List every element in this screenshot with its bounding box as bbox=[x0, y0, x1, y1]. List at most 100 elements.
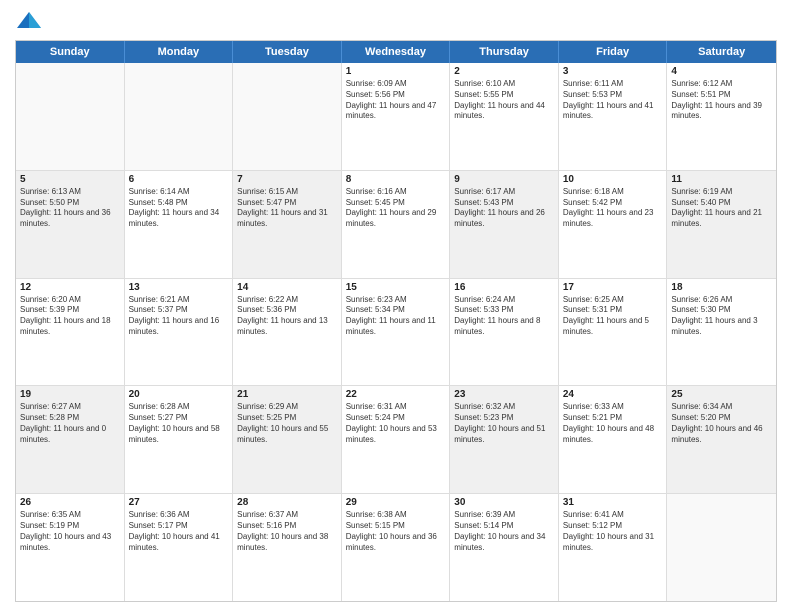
day-number: 6 bbox=[129, 174, 229, 185]
calendar-cell bbox=[667, 494, 776, 601]
cell-info: Sunrise: 6:32 AMSunset: 5:23 PMDaylight:… bbox=[454, 402, 554, 445]
cell-info: Sunrise: 6:16 AMSunset: 5:45 PMDaylight:… bbox=[346, 187, 446, 230]
cell-info: Sunrise: 6:36 AMSunset: 5:17 PMDaylight:… bbox=[129, 510, 229, 553]
calendar-row: 1 Sunrise: 6:09 AMSunset: 5:56 PMDaylight… bbox=[16, 63, 776, 171]
day-number: 26 bbox=[20, 497, 120, 508]
cell-info: Sunrise: 6:25 AMSunset: 5:31 PMDaylight:… bbox=[563, 295, 663, 338]
cell-info: Sunrise: 6:38 AMSunset: 5:15 PMDaylight:… bbox=[346, 510, 446, 553]
calendar-cell: 1 Sunrise: 6:09 AMSunset: 5:56 PMDaylight… bbox=[342, 63, 451, 170]
weekday-header: Sunday bbox=[16, 41, 125, 63]
calendar-row: 12Sunrise: 6:20 AMSunset: 5:39 PMDayligh… bbox=[16, 279, 776, 387]
day-number: 16 bbox=[454, 282, 554, 293]
calendar-cell: 29 Sunrise: 6:38 AMSunset: 5:15 PMDayligh… bbox=[342, 494, 451, 601]
calendar-row: 5Sunrise: 6:13 AMSunset: 5:50 PMDaylight… bbox=[16, 171, 776, 279]
calendar-cell: 27 Sunrise: 6:36 AMSunset: 5:17 PMDayligh… bbox=[125, 494, 234, 601]
day-number: 23 bbox=[454, 389, 554, 400]
cell-info: Sunrise: 6:33 AMSunset: 5:21 PMDaylight:… bbox=[563, 402, 663, 445]
day-number: 27 bbox=[129, 497, 229, 508]
page: SundayMondayTuesdayWednesdayThursdayFrid… bbox=[0, 0, 792, 612]
logo bbox=[15, 10, 47, 32]
calendar-cell: 17Sunrise: 6:25 AMSunset: 5:31 PMDayligh… bbox=[559, 279, 668, 386]
cell-info: Sunrise: 6:35 AMSunset: 5:19 PMDaylight:… bbox=[20, 510, 120, 553]
cell-info: Sunrise: 6:31 AMSunset: 5:24 PMDaylight:… bbox=[346, 402, 446, 445]
calendar-cell: 16 Sunrise: 6:24 AMSunset: 5:33 PMDayligh… bbox=[450, 279, 559, 386]
calendar-cell: 10Sunrise: 6:18 AMSunset: 5:42 PMDayligh… bbox=[559, 171, 668, 278]
day-number: 15 bbox=[346, 282, 446, 293]
calendar-cell: 19 Sunrise: 6:27 AMSunset: 5:28 PMDayligh… bbox=[16, 386, 125, 493]
calendar-row: 19 Sunrise: 6:27 AMSunset: 5:28 PMDayligh… bbox=[16, 386, 776, 494]
day-number: 31 bbox=[563, 497, 663, 508]
day-number: 3 bbox=[563, 66, 663, 77]
day-number: 9 bbox=[454, 174, 554, 185]
cell-info: Sunrise: 6:24 AMSunset: 5:33 PMDaylight:… bbox=[454, 295, 554, 338]
cell-info: Sunrise: 6:11 AMSunset: 5:53 PMDaylight:… bbox=[563, 79, 663, 122]
calendar-body: 1 Sunrise: 6:09 AMSunset: 5:56 PMDaylight… bbox=[16, 63, 776, 601]
calendar-cell: 24Sunrise: 6:33 AMSunset: 5:21 PMDayligh… bbox=[559, 386, 668, 493]
calendar-cell: 25 Sunrise: 6:34 AMSunset: 5:20 PMDayligh… bbox=[667, 386, 776, 493]
day-number: 11 bbox=[671, 174, 772, 185]
day-number: 29 bbox=[346, 497, 446, 508]
cell-info: Sunrise: 6:10 AMSunset: 5:55 PMDaylight:… bbox=[454, 79, 554, 122]
day-number: 25 bbox=[671, 389, 772, 400]
calendar-cell: 30Sunrise: 6:39 AMSunset: 5:14 PMDayligh… bbox=[450, 494, 559, 601]
day-number: 22 bbox=[346, 389, 446, 400]
cell-info: Sunrise: 6:41 AMSunset: 5:12 PMDaylight:… bbox=[563, 510, 663, 553]
day-number: 7 bbox=[237, 174, 337, 185]
calendar-cell: 3 Sunrise: 6:11 AMSunset: 5:53 PMDaylight… bbox=[559, 63, 668, 170]
day-number: 20 bbox=[129, 389, 229, 400]
calendar-cell: 2 Sunrise: 6:10 AMSunset: 5:55 PMDaylight… bbox=[450, 63, 559, 170]
calendar-cell: 15 Sunrise: 6:23 AMSunset: 5:34 PMDayligh… bbox=[342, 279, 451, 386]
calendar-cell: 4Sunrise: 6:12 AMSunset: 5:51 PMDaylight… bbox=[667, 63, 776, 170]
day-number: 18 bbox=[671, 282, 772, 293]
weekday-header: Monday bbox=[125, 41, 234, 63]
cell-info: Sunrise: 6:20 AMSunset: 5:39 PMDaylight:… bbox=[20, 295, 120, 338]
cell-info: Sunrise: 6:29 AMSunset: 5:25 PMDaylight:… bbox=[237, 402, 337, 445]
cell-info: Sunrise: 6:12 AMSunset: 5:51 PMDaylight:… bbox=[671, 79, 772, 122]
day-number: 14 bbox=[237, 282, 337, 293]
calendar-cell: 13 Sunrise: 6:21 AMSunset: 5:37 PMDayligh… bbox=[125, 279, 234, 386]
cell-info: Sunrise: 6:19 AMSunset: 5:40 PMDaylight:… bbox=[671, 187, 772, 230]
cell-info: Sunrise: 6:27 AMSunset: 5:28 PMDaylight:… bbox=[20, 402, 120, 445]
calendar-cell: 11 Sunrise: 6:19 AMSunset: 5:40 PMDayligh… bbox=[667, 171, 776, 278]
calendar-cell: 9Sunrise: 6:17 AMSunset: 5:43 PMDaylight… bbox=[450, 171, 559, 278]
calendar-cell: 5Sunrise: 6:13 AMSunset: 5:50 PMDaylight… bbox=[16, 171, 125, 278]
cell-info: Sunrise: 6:37 AMSunset: 5:16 PMDaylight:… bbox=[237, 510, 337, 553]
calendar-cell: 14 Sunrise: 6:22 AMSunset: 5:36 PMDayligh… bbox=[233, 279, 342, 386]
day-number: 21 bbox=[237, 389, 337, 400]
cell-info: Sunrise: 6:26 AMSunset: 5:30 PMDaylight:… bbox=[671, 295, 772, 338]
calendar-cell: 8 Sunrise: 6:16 AMSunset: 5:45 PMDaylight… bbox=[342, 171, 451, 278]
calendar-header: SundayMondayTuesdayWednesdayThursdayFrid… bbox=[16, 41, 776, 63]
calendar-cell: 6 Sunrise: 6:14 AMSunset: 5:48 PMDaylight… bbox=[125, 171, 234, 278]
calendar-cell: 22 Sunrise: 6:31 AMSunset: 5:24 PMDayligh… bbox=[342, 386, 451, 493]
calendar-cell: 12Sunrise: 6:20 AMSunset: 5:39 PMDayligh… bbox=[16, 279, 125, 386]
cell-info: Sunrise: 6:39 AMSunset: 5:14 PMDaylight:… bbox=[454, 510, 554, 553]
cell-info: Sunrise: 6:28 AMSunset: 5:27 PMDaylight:… bbox=[129, 402, 229, 445]
calendar-cell bbox=[16, 63, 125, 170]
day-number: 1 bbox=[346, 66, 446, 77]
calendar-cell: 26 Sunrise: 6:35 AMSunset: 5:19 PMDayligh… bbox=[16, 494, 125, 601]
cell-info: Sunrise: 6:23 AMSunset: 5:34 PMDaylight:… bbox=[346, 295, 446, 338]
calendar-cell: 18 Sunrise: 6:26 AMSunset: 5:30 PMDayligh… bbox=[667, 279, 776, 386]
header bbox=[15, 10, 777, 32]
cell-info: Sunrise: 6:22 AMSunset: 5:36 PMDaylight:… bbox=[237, 295, 337, 338]
day-number: 13 bbox=[129, 282, 229, 293]
cell-info: Sunrise: 6:21 AMSunset: 5:37 PMDaylight:… bbox=[129, 295, 229, 338]
weekday-header: Wednesday bbox=[342, 41, 451, 63]
calendar-cell: 21 Sunrise: 6:29 AMSunset: 5:25 PMDayligh… bbox=[233, 386, 342, 493]
cell-info: Sunrise: 6:14 AMSunset: 5:48 PMDaylight:… bbox=[129, 187, 229, 230]
weekday-header: Friday bbox=[559, 41, 668, 63]
calendar-cell bbox=[233, 63, 342, 170]
calendar-cell: 28Sunrise: 6:37 AMSunset: 5:16 PMDayligh… bbox=[233, 494, 342, 601]
weekday-header: Tuesday bbox=[233, 41, 342, 63]
logo-icon bbox=[15, 10, 43, 32]
calendar-cell: 7 Sunrise: 6:15 AMSunset: 5:47 PMDaylight… bbox=[233, 171, 342, 278]
day-number: 2 bbox=[454, 66, 554, 77]
cell-info: Sunrise: 6:34 AMSunset: 5:20 PMDaylight:… bbox=[671, 402, 772, 445]
weekday-header: Thursday bbox=[450, 41, 559, 63]
cell-info: Sunrise: 6:13 AMSunset: 5:50 PMDaylight:… bbox=[20, 187, 120, 230]
cell-info: Sunrise: 6:09 AMSunset: 5:56 PMDaylight:… bbox=[346, 79, 446, 122]
day-number: 8 bbox=[346, 174, 446, 185]
day-number: 19 bbox=[20, 389, 120, 400]
cell-info: Sunrise: 6:15 AMSunset: 5:47 PMDaylight:… bbox=[237, 187, 337, 230]
calendar-row: 26 Sunrise: 6:35 AMSunset: 5:19 PMDayligh… bbox=[16, 494, 776, 601]
